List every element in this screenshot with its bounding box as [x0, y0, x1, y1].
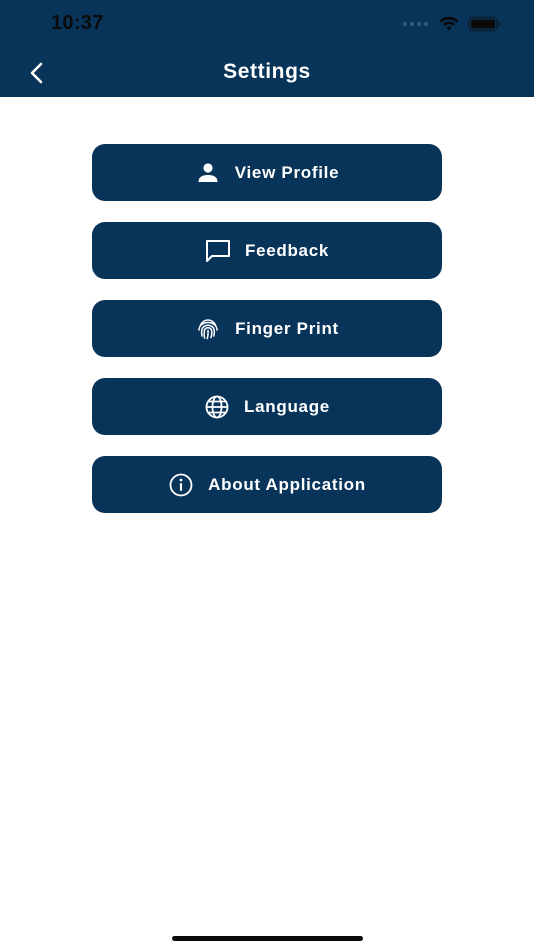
app-header: 10:37 Settings [0, 0, 534, 97]
status-indicators [403, 14, 502, 34]
about-application-button[interactable]: About Application [92, 456, 442, 513]
finger-print-label: Finger Print [235, 318, 339, 338]
view-profile-label: View Profile [234, 162, 340, 182]
language-label: Language [244, 396, 330, 416]
view-profile-button[interactable]: View Profile [92, 144, 442, 201]
feedback-button[interactable]: Feedback [92, 222, 442, 279]
wifi-icon [439, 16, 459, 31]
about-application-label: About Application [208, 474, 366, 494]
finger-print-button[interactable]: Finger Print [92, 300, 442, 357]
status-time: 10:37 [51, 12, 104, 34]
fingerprint-icon [195, 316, 221, 342]
battery-icon [468, 16, 501, 32]
settings-menu: View Profile Feedback Finger Print Langu… [92, 144, 442, 534]
person-icon [195, 160, 221, 186]
feedback-label: Feedback [244, 240, 330, 260]
chat-bubble-icon [205, 238, 231, 264]
cellular-signal-icon [403, 22, 428, 26]
globe-icon [204, 394, 230, 420]
home-indicator[interactable] [172, 936, 363, 941]
language-button[interactable]: Language [92, 378, 442, 435]
page-title: Settings [223, 60, 311, 83]
info-icon [168, 472, 194, 498]
